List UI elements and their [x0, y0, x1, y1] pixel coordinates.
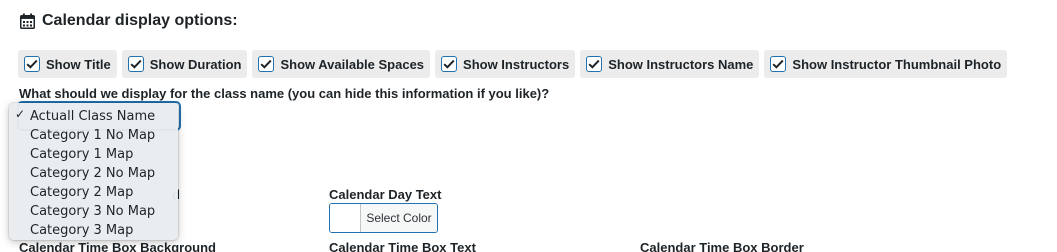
checkbox-checked-icon[interactable]: [127, 56, 144, 72]
option-show-available-spaces[interactable]: Show Available Spaces: [252, 50, 431, 78]
option-show-duration[interactable]: Show Duration: [121, 50, 248, 78]
calendar-day-text-label: Calendar Day Text: [329, 187, 442, 202]
calendar-time-box-background-label: Calendar Time Box Background: [19, 240, 216, 252]
dropdown-option-category-2-no-map[interactable]: Category 2 No Map: [9, 164, 178, 183]
class-name-question: What should we display for the class nam…: [19, 86, 550, 101]
dropdown-option-label: Actuall Class Name: [30, 109, 156, 124]
dropdown-option-label: Category 3 Map: [30, 223, 134, 238]
class-name-dropdown-menu: ✓ Actuall Class Name Category 1 No Map C…: [9, 103, 178, 240]
option-show-title[interactable]: Show Title: [18, 50, 117, 78]
section-title: Calendar display options:: [42, 12, 238, 29]
checkbox-checked-icon[interactable]: [258, 56, 275, 72]
dropdown-option-category-3-map[interactable]: Category 3 Map: [9, 221, 178, 240]
option-show-instructors[interactable]: Show Instructors: [435, 50, 576, 78]
dropdown-option-category-1-no-map[interactable]: Category 1 No Map: [9, 126, 178, 145]
checkmark-icon: ✓: [15, 107, 26, 121]
calendar-time-box-border-label: Calendar Time Box Border: [640, 240, 804, 252]
checkbox-checked-icon[interactable]: [24, 56, 40, 72]
calendar-time-box-text-label: Calendar Time Box Text: [329, 240, 476, 252]
dropdown-option-label: Category 3 No Map: [30, 204, 156, 219]
option-label: Show Available Spaces: [280, 56, 425, 72]
dropdown-option-actuall-class-name[interactable]: ✓ Actuall Class Name: [9, 107, 178, 126]
checkbox-checked-icon[interactable]: [441, 56, 458, 72]
option-label: Show Instructors: [463, 56, 570, 72]
dropdown-option-label: Category 2 Map: [30, 185, 134, 200]
select-color-label: Select Color: [361, 204, 437, 232]
checkbox-checked-icon[interactable]: [586, 56, 603, 72]
checkbox-checked-icon[interactable]: [770, 56, 787, 72]
section-heading: Calendar display options:: [20, 12, 238, 30]
option-show-instructors-name[interactable]: Show Instructors Name: [580, 50, 760, 78]
option-label: Show Title: [46, 56, 111, 72]
option-label: Show Duration: [149, 56, 242, 72]
dropdown-option-category-2-map[interactable]: Category 2 Map: [9, 183, 178, 202]
dropdown-option-label: Category 1 No Map: [30, 128, 156, 143]
dropdown-option-label: Category 1 Map: [30, 147, 134, 162]
option-label: Show Instructor Thumbnail Photo: [792, 56, 1002, 72]
dropdown-option-category-3-no-map[interactable]: Category 3 No Map: [9, 202, 178, 221]
display-options-group: Show Title Show Duration Show Available …: [18, 50, 1008, 78]
calendar-icon: [20, 13, 35, 29]
option-show-instructor-thumbnail-photo[interactable]: Show Instructor Thumbnail Photo: [764, 50, 1008, 78]
dropdown-option-label: Category 2 No Map: [30, 166, 156, 181]
color-swatch: [330, 204, 361, 232]
calendar-day-text-color-picker[interactable]: Select Color: [329, 203, 438, 233]
dropdown-option-category-1-map[interactable]: Category 1 Map: [9, 145, 178, 164]
option-label: Show Instructors Name: [608, 56, 754, 72]
